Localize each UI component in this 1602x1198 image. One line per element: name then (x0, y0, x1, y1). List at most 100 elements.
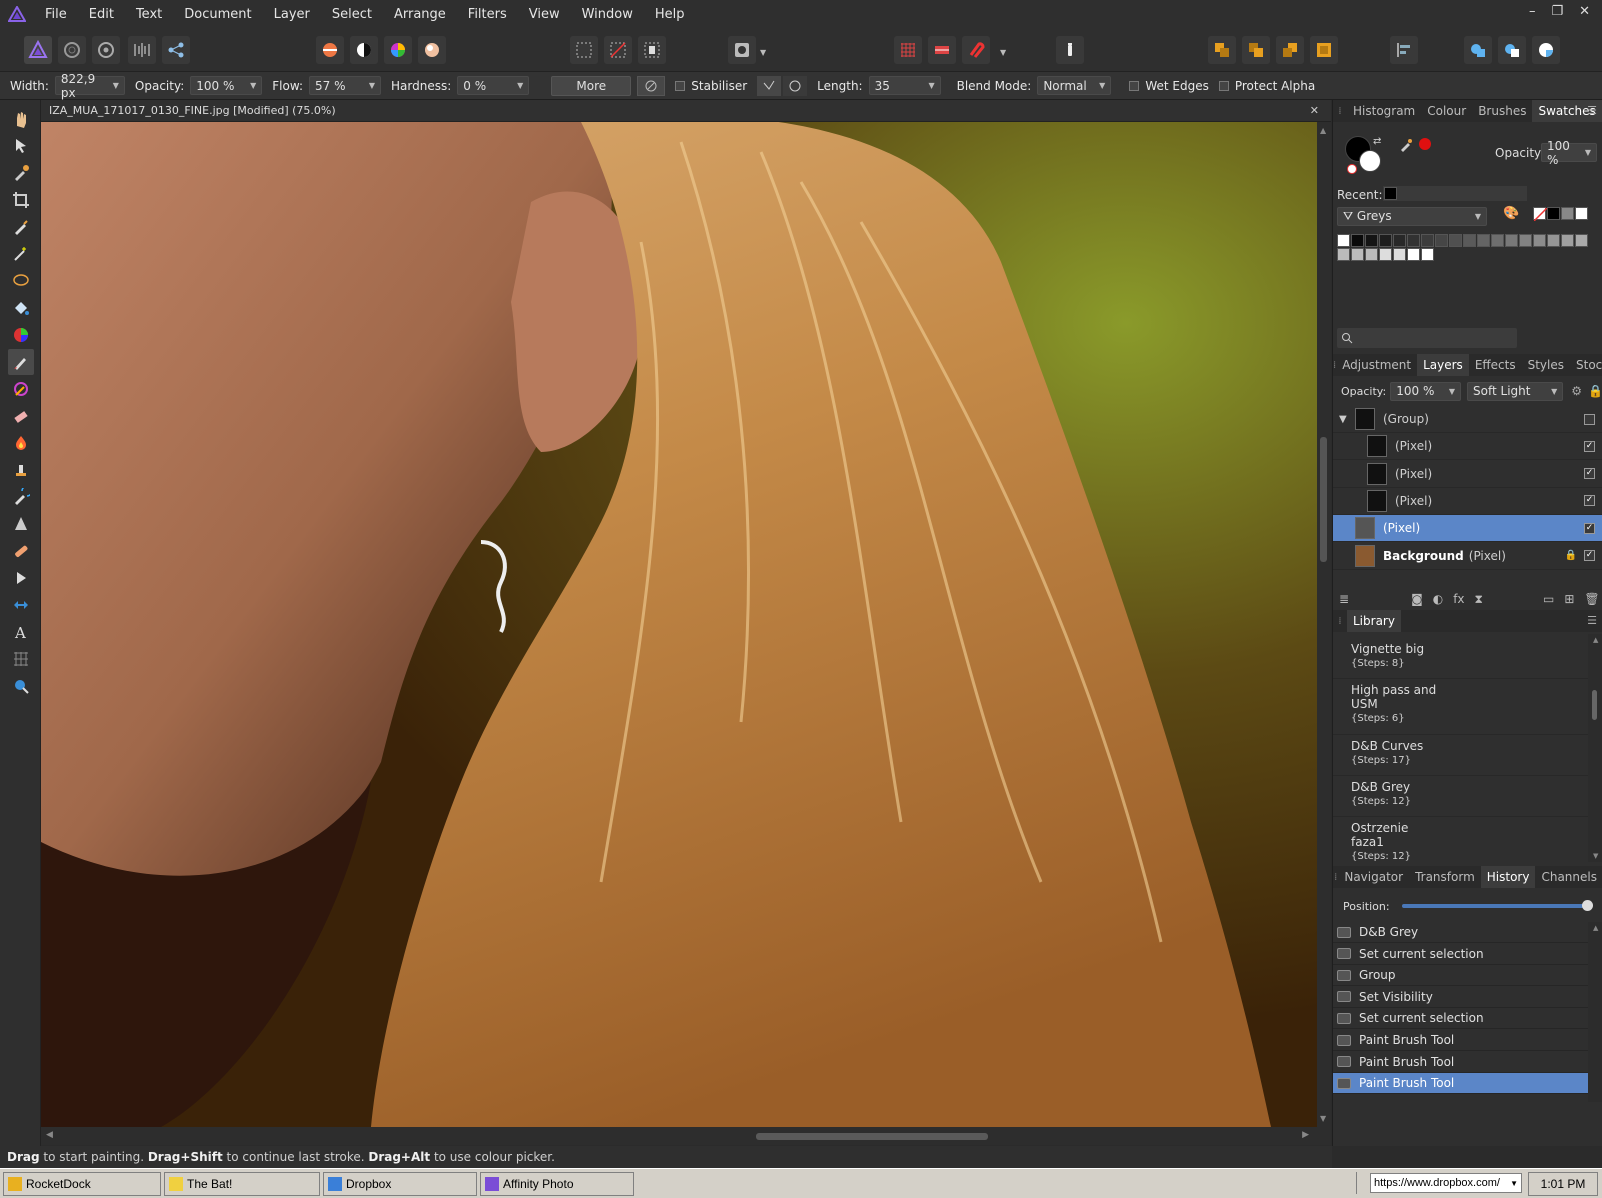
blur-brush-tool-icon[interactable] (8, 511, 34, 537)
boolean-intersect-icon[interactable] (1532, 36, 1560, 64)
grey-swatch[interactable] (1575, 234, 1588, 247)
mask-layer-icon[interactable]: ◙ (1411, 592, 1423, 606)
library-macro-item[interactable]: Vignette big {Steps: 8} (1333, 638, 1589, 679)
grey-swatch[interactable] (1421, 234, 1434, 247)
node-tool-icon[interactable] (8, 565, 34, 591)
grey-swatch[interactable] (1337, 234, 1350, 247)
secondary-colour-swatch[interactable] (1359, 150, 1381, 172)
taskbar-item-affinityphoto[interactable]: Affinity Photo (480, 1171, 634, 1196)
close-window-button[interactable]: ✕ (1579, 4, 1590, 19)
layer-row[interactable]: (Pixel) ✓ (1333, 461, 1602, 488)
flow-field[interactable]: 57 % ▼ (309, 76, 382, 95)
scroll-left-icon[interactable]: ◀ (46, 1130, 53, 1140)
black-swatch[interactable] (1547, 207, 1560, 220)
grey-swatch[interactable] (1449, 234, 1462, 247)
search-input[interactable] (1337, 328, 1517, 348)
blend-mode-select[interactable]: Normal ▼ (1037, 76, 1112, 95)
selection-brush-tool-icon[interactable] (8, 214, 34, 240)
grey-swatch[interactable] (1561, 234, 1574, 247)
opacity-field[interactable]: 100 % ▼ (190, 76, 263, 95)
tab-styles[interactable]: Styles (1522, 354, 1570, 376)
horizontal-scrollbar[interactable]: ◀ ▶ (41, 1127, 1331, 1145)
layer-lock-icon[interactable]: 🔒 (1588, 384, 1602, 398)
horizontal-scroll-thumb[interactable] (756, 1133, 988, 1140)
no-fill-icon[interactable] (1347, 164, 1357, 174)
colour-replacement-tool-icon[interactable] (8, 376, 34, 402)
layer-row[interactable]: (Pixel) ✓ (1333, 488, 1602, 515)
palette-select[interactable]: ⛛ Greys ▼ (1337, 207, 1487, 226)
arrange-forward-icon[interactable] (1276, 36, 1304, 64)
assistant-icon[interactable] (1056, 36, 1084, 64)
restore-button[interactable]: ❐ (1551, 4, 1563, 19)
panel-menu-icon[interactable]: ☰ (1587, 104, 1597, 117)
tab-adjustment[interactable]: Adjustment (1336, 354, 1417, 376)
fill-tool-icon[interactable] (8, 295, 34, 321)
document-tab[interactable]: IZA_MUA_171017_0130_FINE.jpg [Modified] … (41, 100, 1331, 122)
tab-channels[interactable]: Channels (1535, 866, 1602, 888)
layer-opacity-field[interactable]: 100 % ▼ (1390, 381, 1462, 401)
library-macro-item[interactable]: Ostrzenie faza1 {Steps: 12} (1333, 817, 1589, 862)
menu-arrange[interactable]: Arrange (383, 7, 457, 22)
image-canvas[interactable] (41, 122, 1317, 1127)
zoom-tool-icon[interactable] (8, 673, 34, 699)
scroll-up-icon[interactable]: ▲ (1320, 126, 1326, 135)
delete-layer-trash-icon[interactable]: 🗑 (1584, 592, 1599, 606)
grey-swatch[interactable] (1393, 248, 1406, 261)
history-scrollbar[interactable]: ▲ (1588, 922, 1602, 1102)
mesh-warp-tool-icon[interactable] (8, 646, 34, 672)
wet-edges-checkbox[interactable] (1129, 80, 1140, 91)
taskbar-item-dropbox[interactable]: Dropbox (323, 1171, 477, 1196)
clone-brush-tool-icon[interactable] (8, 457, 34, 483)
address-bar-input[interactable]: https://www.dropbox.com/ ▼ (1370, 1173, 1522, 1193)
history-item[interactable]: Paint Brush Tool (1333, 1052, 1589, 1073)
live-filter-icon[interactable]: ⧗ (1475, 592, 1483, 607)
grey-swatch[interactable] (1351, 234, 1364, 247)
library-macro-item[interactable]: High pass and USM {Steps: 6} (1333, 679, 1589, 735)
history-item[interactable]: D&B Grey (1333, 922, 1589, 943)
layer-row[interactable]: Background (Pixel) 🔒 ✓ (1333, 543, 1602, 570)
select-all-icon[interactable] (570, 36, 598, 64)
rope-mode-icon[interactable] (757, 75, 782, 96)
erase-brush-tool-icon[interactable] (8, 403, 34, 429)
flood-select-tool-icon[interactable] (8, 241, 34, 267)
boolean-subtract-icon[interactable] (1498, 36, 1526, 64)
minimize-button[interactable]: – (1529, 4, 1536, 19)
grey-swatch[interactable] (1491, 234, 1504, 247)
history-item[interactable]: Group (1333, 965, 1589, 987)
adjustment-layer-icon[interactable]: ◐ (1433, 592, 1443, 606)
healing-brush-tool-icon[interactable] (8, 538, 34, 564)
white-balance-icon[interactable] (350, 36, 378, 64)
scroll-down-icon[interactable]: ▼ (1320, 1114, 1326, 1123)
levels-icon[interactable] (316, 36, 344, 64)
align-icon[interactable] (1390, 36, 1418, 64)
library-scroll-thumb[interactable] (1592, 690, 1597, 720)
menu-window[interactable]: Window (571, 7, 644, 22)
boolean-add-icon[interactable] (1464, 36, 1492, 64)
grey-swatch[interactable] (1463, 234, 1476, 247)
tab-navigator[interactable]: Navigator (1338, 866, 1409, 888)
view-tool-hand-icon[interactable] (8, 106, 34, 132)
tab-transform[interactable]: Transform (1409, 866, 1481, 888)
swap-colours-icon[interactable]: ⇄ (1373, 136, 1381, 147)
grey-swatch[interactable] (1505, 234, 1518, 247)
scroll-down-icon[interactable]: ▼ (1593, 852, 1598, 860)
library-scrollbar[interactable]: ▲ ▼ (1588, 634, 1602, 862)
grey-swatch[interactable] (1407, 234, 1420, 247)
deselect-icon[interactable] (604, 36, 632, 64)
flip-tool-icon[interactable] (8, 592, 34, 618)
layers-stack-icon[interactable]: ≣ (1339, 592, 1349, 606)
history-position-slider[interactable] (1401, 900, 1593, 911)
grey-swatch[interactable] (1477, 234, 1490, 247)
develop-persona-icon[interactable] (92, 36, 120, 64)
history-item[interactable]: Set current selection (1333, 944, 1589, 965)
arrange-back-icon[interactable] (1208, 36, 1236, 64)
grey-swatch[interactable] (1533, 234, 1546, 247)
snapping-magnet-icon[interactable] (962, 36, 990, 64)
panel-menu-icon[interactable]: ☰ (1587, 614, 1597, 627)
menu-filters[interactable]: Filters (457, 7, 518, 22)
snapping-grid-icon[interactable] (894, 36, 922, 64)
grip-icon[interactable]: ⁞ (1333, 106, 1347, 117)
palette-options-icon[interactable]: 🎨 (1503, 206, 1519, 221)
white-swatch[interactable] (1575, 207, 1588, 220)
menu-help[interactable]: Help (644, 7, 696, 22)
